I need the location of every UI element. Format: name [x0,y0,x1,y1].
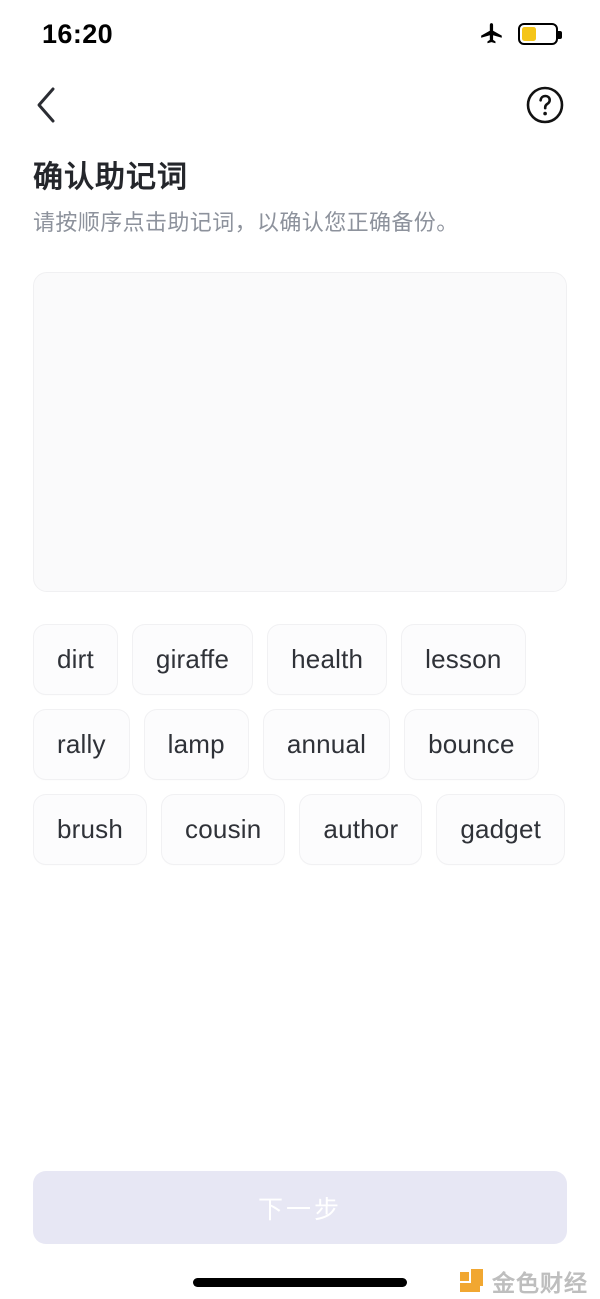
word-chip[interactable]: annual [262,709,391,780]
jinse-logo-icon [460,1268,485,1294]
word-chip[interactable]: cousin [161,794,286,865]
word-chip[interactable]: dirt [33,624,118,695]
word-chip[interactable]: rally [33,709,130,780]
selected-words-box[interactable] [33,272,567,592]
word-chip[interactable]: bounce [404,709,539,780]
page-title: 确认助记词 [33,161,188,194]
watermark: 金色财经 [460,1264,588,1298]
home-indicator [193,1278,407,1287]
status-bar-indicators [479,21,562,47]
airplane-mode-icon [481,23,502,44]
word-chip[interactable]: giraffe [131,624,254,695]
navigation-bar [0,68,600,142]
status-bar-clock: 16:20 [42,18,114,49]
status-bar: 16:20 [0,0,600,68]
app-screen: 16:20 确认助记词 请按顺序点击助记词，以确认您正确备份。 dirt gir… [0,0,600,1299]
battery-icon [518,23,562,45]
question-mark-circle-icon [526,86,564,124]
word-chip[interactable]: brush [33,794,148,865]
word-chip[interactable]: author [299,794,423,865]
heading-block: 确认助记词 请按顺序点击助记词，以确认您正确备份。 [33,160,567,238]
page-subtitle: 请按顺序点击助记词，以确认您正确备份。 [33,210,459,235]
word-chip[interactable]: gadget [436,794,566,865]
word-chip[interactable]: lesson [401,624,526,695]
next-button[interactable]: 下一步 [33,1171,567,1244]
help-button[interactable] [521,81,569,129]
word-pool: dirt giraffe health lesson rally lamp annual bo… [33,624,567,865]
word-chip[interactable]: health [267,624,388,695]
watermark-text: 金色财经 [492,1271,588,1297]
chevron-left-icon [37,87,55,123]
word-chip[interactable]: lamp [143,709,249,780]
back-button[interactable] [22,81,70,129]
